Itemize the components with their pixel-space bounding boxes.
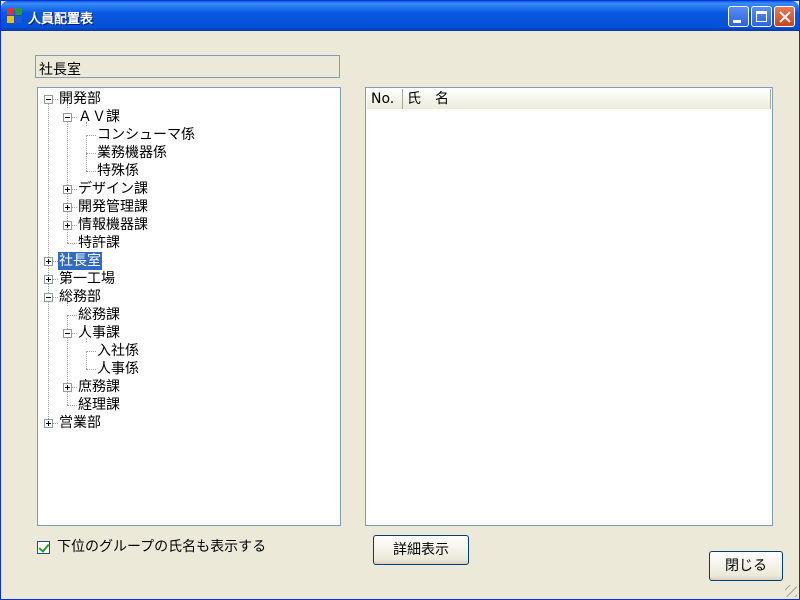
group-tree-view[interactable]: 開発部 ＡＶ課 コンシューマ係 業務機器係 特殊係 デザイン課 開発管理課 情報機器課 特許課社… [37, 87, 341, 526]
tree-node-label[interactable]: 営業部 [58, 414, 102, 432]
tree-node-label[interactable]: 人事課 [77, 324, 121, 342]
app-icon [7, 8, 23, 24]
tree-node-label[interactable]: 総務部 [58, 288, 102, 306]
minimize-button[interactable] [728, 6, 749, 27]
tree-node[interactable]: コンシューマ係 [38, 126, 338, 144]
main-window: 人員配置表 社長室 開発部 ＡＶ課 コンシューマ係 業務機器係 特殊係 デザイン課 開発管理… [0, 0, 800, 600]
tree-node[interactable]: 情報機器課 [38, 216, 338, 234]
tree-node-label[interactable]: コンシューマ係 [96, 126, 196, 144]
expand-plus-icon[interactable] [44, 257, 53, 266]
tree-node-label[interactable]: ＡＶ課 [77, 108, 121, 126]
tree-node[interactable]: ＡＶ課 [38, 108, 338, 126]
tree-node[interactable]: 特許課 [38, 234, 338, 252]
close-window-button[interactable] [774, 6, 795, 27]
expand-plus-icon[interactable] [44, 275, 53, 284]
collapse-minus-icon[interactable] [44, 293, 53, 302]
tree-node-label[interactable]: 人事係 [96, 360, 140, 378]
tree-node[interactable]: 社長室 [38, 251, 338, 271]
checkbox-check-icon[interactable] [37, 541, 50, 554]
tree-node[interactable]: 人事課 [38, 324, 338, 342]
tree-node[interactable]: 人事係 [38, 360, 338, 378]
tree-node[interactable]: 営業部 [38, 414, 338, 432]
expand-plus-icon[interactable] [63, 185, 72, 194]
tree-node[interactable]: 開発部 [38, 90, 338, 108]
expand-plus-icon[interactable] [63, 383, 72, 392]
tree-node-label[interactable]: 特殊係 [96, 162, 140, 180]
collapse-minus-icon[interactable] [63, 113, 72, 122]
column-header-no[interactable]: No. [367, 89, 403, 109]
window-title: 人員配置表 [28, 12, 94, 27]
tree-node-label[interactable]: 開発管理課 [77, 198, 149, 216]
selected-group-path-field: 社長室 [35, 55, 340, 78]
tree-node-label[interactable]: 情報機器課 [77, 216, 149, 234]
tree-node[interactable]: 第一工場 [38, 270, 338, 288]
expand-plus-icon[interactable] [44, 419, 53, 428]
tree-node-label[interactable]: 業務機器係 [96, 144, 168, 162]
tree-node[interactable]: 経理課 [38, 396, 338, 414]
column-header-name[interactable]: 氏 名 [403, 89, 771, 109]
tree-node-label[interactable]: 特許課 [77, 234, 121, 252]
member-list-view[interactable]: No. 氏 名 [365, 87, 773, 526]
expand-plus-icon[interactable] [63, 203, 72, 212]
tree-node[interactable]: 総務部 [38, 288, 338, 306]
tree-node-label[interactable]: 庶務課 [77, 378, 121, 396]
tree-node-label[interactable]: 社長室 [57, 251, 103, 271]
list-header: No. 氏 名 [367, 89, 771, 109]
maximize-button[interactable] [751, 6, 772, 27]
tree-node[interactable]: 業務機器係 [38, 144, 338, 162]
tree-node[interactable]: 開発管理課 [38, 198, 338, 216]
resize-grip-icon[interactable] [785, 585, 797, 597]
collapse-minus-icon[interactable] [44, 95, 53, 104]
tree-node[interactable]: デザイン課 [38, 180, 338, 198]
tree-node-label[interactable]: 第一工場 [58, 270, 116, 288]
tree-node[interactable]: 特殊係 [38, 162, 338, 180]
collapse-minus-icon[interactable] [63, 329, 72, 338]
tree-node-label[interactable]: 入社係 [96, 342, 140, 360]
title-bar[interactable]: 人員配置表 [1, 1, 799, 31]
tree-node-label[interactable]: 開発部 [58, 90, 102, 108]
tree-node-label[interactable]: 総務課 [77, 306, 121, 324]
tree-node-label[interactable]: デザイン課 [77, 180, 149, 198]
close-button[interactable]: 閉じる [709, 551, 783, 581]
detail-view-button[interactable]: 詳細表示 [373, 535, 469, 565]
expand-plus-icon[interactable] [63, 221, 72, 230]
tree-node[interactable]: 入社係 [38, 342, 338, 360]
tree-node[interactable]: 総務課 [38, 306, 338, 324]
tree-node[interactable]: 庶務課 [38, 378, 338, 396]
checkbox-label: 下位のグループの氏名も表示する [57, 539, 267, 555]
tree-node-label[interactable]: 経理課 [77, 396, 121, 414]
